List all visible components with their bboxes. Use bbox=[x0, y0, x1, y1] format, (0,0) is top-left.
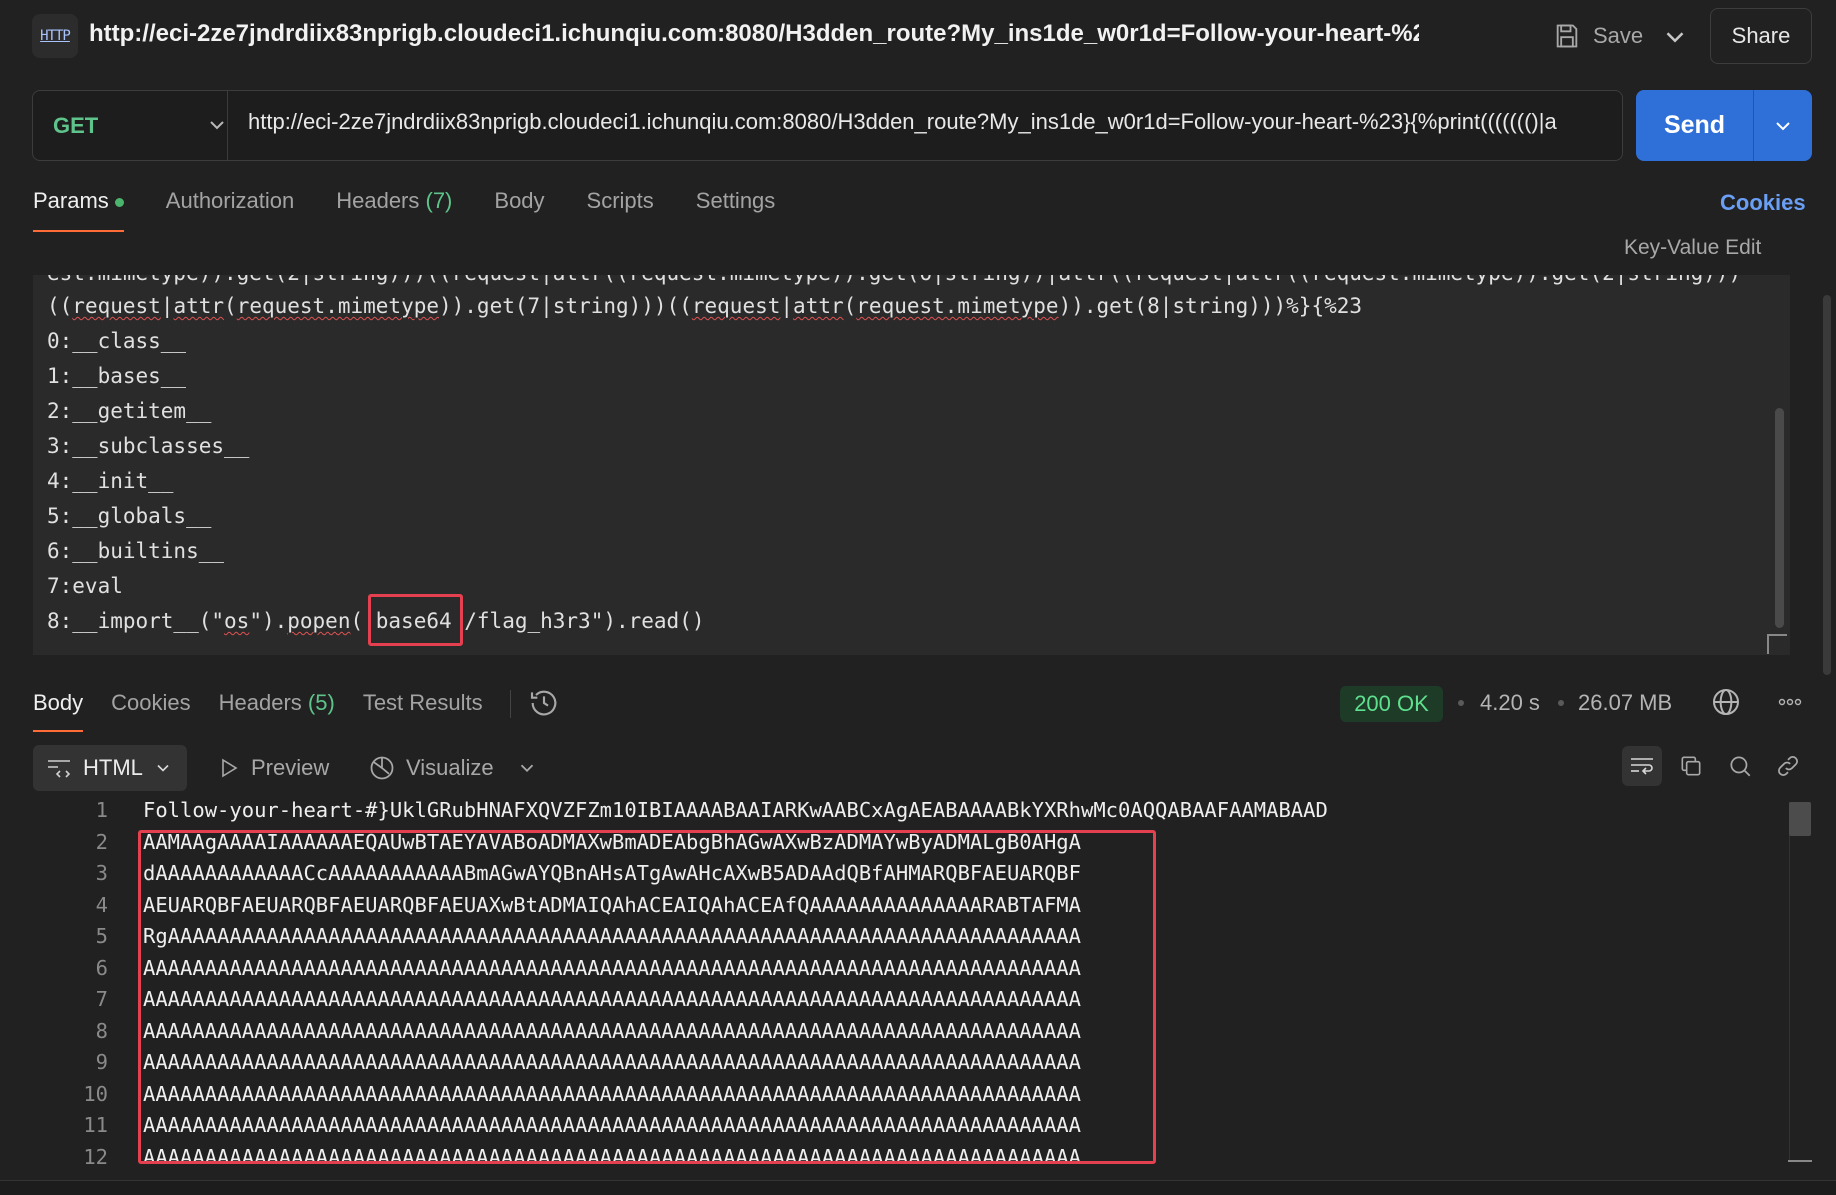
line-number: 11 bbox=[83, 1113, 108, 1137]
chevron-down-icon[interactable] bbox=[1660, 22, 1690, 52]
copy-button[interactable] bbox=[1671, 746, 1711, 786]
chevron-down-icon[interactable] bbox=[516, 757, 538, 779]
base64-highlight-box bbox=[368, 594, 463, 646]
params-line: 3:__subclasses__ bbox=[47, 434, 250, 458]
separator-dot bbox=[1558, 700, 1564, 706]
line-number: 1 bbox=[95, 798, 108, 822]
line-number: 8 bbox=[95, 1018, 108, 1043]
line-number: 5 bbox=[95, 924, 108, 948]
tab-response-body[interactable]: Body bbox=[33, 690, 84, 732]
page-scrollbar[interactable] bbox=[1823, 295, 1831, 675]
wrap-lines-icon bbox=[1631, 758, 1653, 775]
tab-response-headers[interactable]: Headers (5) bbox=[219, 690, 335, 732]
search-button[interactable] bbox=[1720, 746, 1760, 786]
params-bulk-editor[interactable]: est.mimetype)).get(2|string)))((request|… bbox=[33, 275, 1790, 655]
title-bar: HTTP http://eci-2ze7jndrdiix83nprigb.clo… bbox=[0, 0, 1836, 70]
request-tabs: Params Authorization Headers (7) Body Sc… bbox=[33, 186, 817, 232]
line-number: 12 bbox=[83, 1144, 108, 1169]
send-options-button[interactable] bbox=[1754, 90, 1812, 161]
params-line: 5:__globals__ bbox=[47, 504, 212, 528]
wrap-lines-button[interactable] bbox=[1622, 746, 1662, 786]
tab-scripts[interactable]: Scripts bbox=[587, 186, 654, 232]
separator-dot bbox=[1458, 700, 1464, 706]
link-icon bbox=[1778, 756, 1798, 776]
tab-params[interactable]: Params bbox=[33, 186, 124, 232]
response-size[interactable]: 26.07 MB bbox=[1578, 690, 1672, 716]
preview-button[interactable]: Preview bbox=[217, 745, 329, 791]
line-number: 4 bbox=[95, 892, 108, 917]
play-icon bbox=[222, 758, 238, 778]
line-number: 2 bbox=[95, 829, 108, 854]
chevron-down-icon bbox=[210, 121, 224, 130]
scroll-end-marker bbox=[1788, 1160, 1812, 1162]
response-scroll-track bbox=[1789, 802, 1790, 1162]
method-select[interactable]: GET bbox=[33, 91, 228, 160]
params-line: 1:__bases__ bbox=[47, 364, 187, 388]
format-label: HTML bbox=[83, 755, 143, 780]
save-icon bbox=[1556, 24, 1578, 48]
tab-headers[interactable]: Headers (7) bbox=[336, 186, 452, 232]
line-number: 9 bbox=[95, 1050, 108, 1074]
visualize-button[interactable]: Visualize bbox=[368, 745, 538, 791]
params-line: 4:__init__ bbox=[47, 469, 174, 493]
request-bar: GET http://eci-2ze7jndrdiix83nprigb.clou… bbox=[32, 90, 1623, 161]
base64-output-highlight-box bbox=[138, 830, 1156, 1164]
more-options-icon[interactable] bbox=[1775, 690, 1805, 714]
line-number: 7 bbox=[95, 987, 108, 1011]
chevron-down-icon bbox=[157, 764, 169, 772]
params-scrollbar[interactable] bbox=[1775, 408, 1784, 628]
tab-authorization[interactable]: Authorization bbox=[166, 186, 294, 232]
status-badge[interactable]: 200 OK bbox=[1340, 686, 1443, 722]
params-line: 2:__getitem__ bbox=[47, 399, 212, 423]
params-line: 6:__builtins__ bbox=[47, 539, 225, 563]
link-button[interactable] bbox=[1768, 746, 1808, 786]
line-text: Follow-your-heart-#}UklGRubHNAFXQVZFZm10… bbox=[143, 798, 1328, 822]
save-label: Save bbox=[1593, 23, 1644, 48]
params-line: ((request|attr(request.mimetype)).get(7|… bbox=[47, 294, 1363, 318]
visualize-icon bbox=[370, 756, 394, 780]
params-active-dot bbox=[114, 197, 124, 207]
params-line: 7:eval bbox=[47, 574, 123, 598]
tab-settings[interactable]: Settings bbox=[696, 186, 776, 232]
save-button[interactable]: Save bbox=[1553, 16, 1643, 56]
http-request-icon: HTTP bbox=[32, 14, 78, 58]
line-number: 3 bbox=[95, 861, 108, 885]
resize-handle[interactable] bbox=[1767, 634, 1787, 654]
code-format-icon bbox=[48, 760, 71, 778]
history-icon[interactable] bbox=[528, 687, 560, 719]
divider bbox=[510, 690, 511, 718]
send-button-group: Send bbox=[1636, 90, 1812, 161]
line-number: 6 bbox=[95, 955, 108, 980]
tab-body[interactable]: Body bbox=[494, 186, 544, 232]
response-scrollbar[interactable] bbox=[1789, 802, 1811, 836]
response-time[interactable]: 4.20 s bbox=[1480, 690, 1540, 716]
params-line-clipped: est.mimetype)).get(2|string)))((request|… bbox=[47, 275, 1741, 285]
tab-response-cookies[interactable]: Cookies bbox=[111, 690, 190, 732]
params-line: 0:__class__ bbox=[47, 329, 187, 353]
method-label: GET bbox=[53, 112, 99, 138]
share-button[interactable]: Share bbox=[1710, 8, 1812, 64]
search-icon bbox=[1730, 756, 1751, 777]
status-footer bbox=[0, 1180, 1836, 1195]
request-title[interactable]: http://eci-2ze7jndrdiix83nprigb.cloudeci… bbox=[89, 20, 1419, 48]
format-select[interactable]: HTML bbox=[33, 745, 187, 791]
response-tabs: Body Cookies Headers (5) Test Results bbox=[33, 690, 511, 732]
copy-icon bbox=[1681, 756, 1701, 776]
send-button[interactable]: Send bbox=[1636, 90, 1754, 161]
url-input[interactable]: http://eci-2ze7jndrdiix83nprigb.cloudeci… bbox=[248, 109, 1618, 135]
chevron-down-icon bbox=[1776, 121, 1790, 130]
line-number: 10 bbox=[83, 1081, 108, 1106]
key-value-edit-toggle[interactable]: Key-Value Edit bbox=[1624, 236, 1761, 260]
cookies-link[interactable]: Cookies bbox=[1720, 190, 1806, 216]
tab-test-results[interactable]: Test Results bbox=[363, 690, 483, 732]
globe-icon[interactable] bbox=[1710, 686, 1742, 718]
